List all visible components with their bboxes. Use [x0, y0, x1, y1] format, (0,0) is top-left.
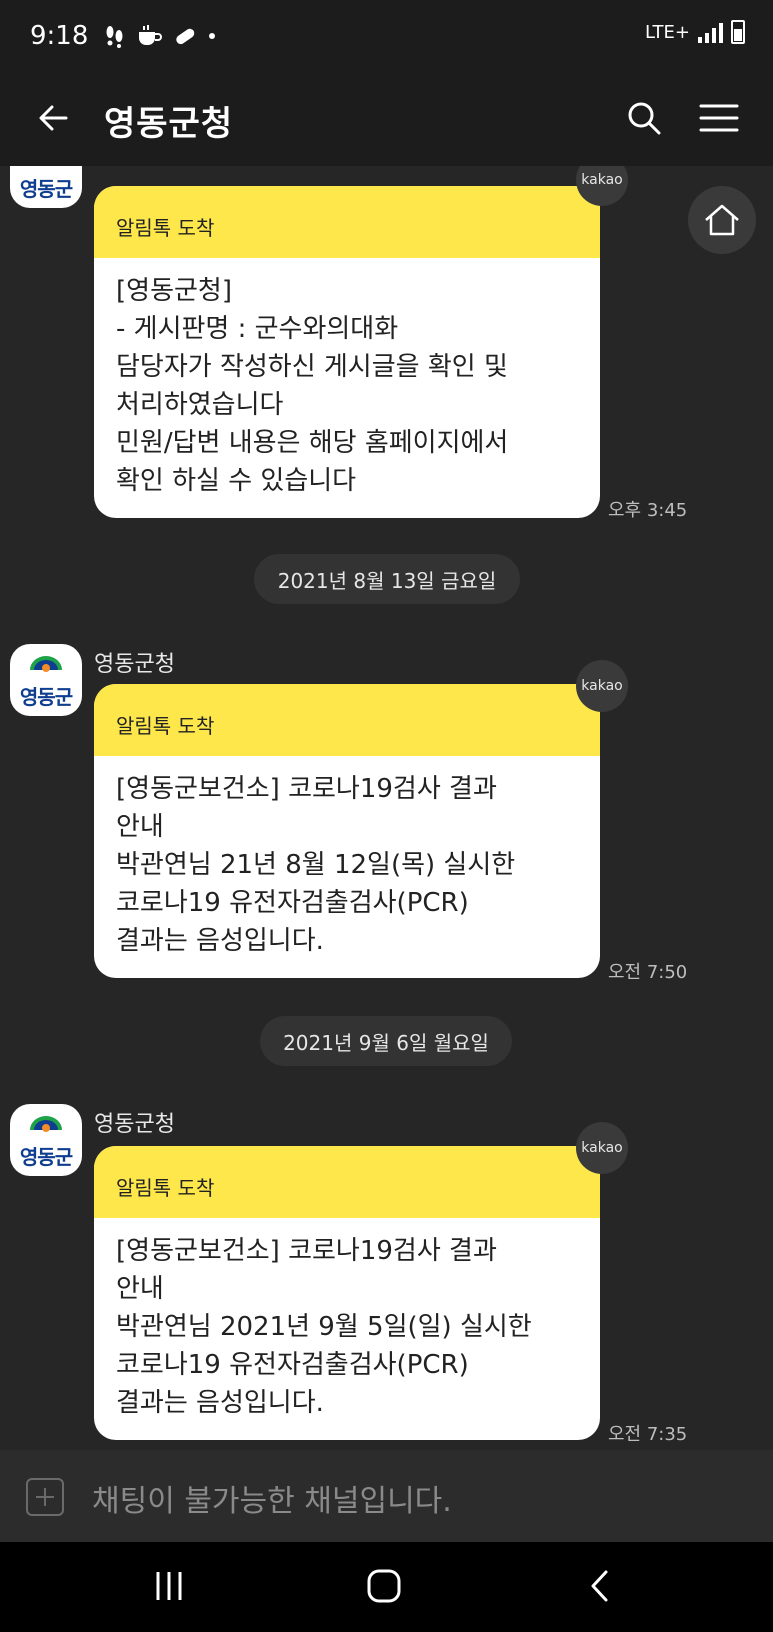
notification-icons: [102, 23, 218, 49]
message-bubble[interactable]: 알림톡 도착 [영동군보건소] 코로나19검사 결과 안내 박관연님 2021년…: [94, 1146, 600, 1440]
disabled-input-text: 채팅이 불가능한 채널입니다.: [92, 1484, 452, 1519]
date-divider: 2021년 8월 13일 금요일: [254, 554, 520, 604]
home-icon: [705, 204, 739, 236]
search-icon[interactable]: [624, 98, 664, 138]
bubble-body: [영동군청] - 게시판명 : 군수와의대화 담당자가 작성하신 게시글을 확인…: [116, 276, 509, 496]
bubble-header: 알림톡 도착: [94, 684, 600, 756]
battery-icon: [731, 20, 745, 44]
kakao-badge: kakao: [576, 660, 628, 712]
logo-text: 영동군: [19, 1145, 73, 1169]
message-time: 오후 3:45: [608, 500, 688, 521]
avatar[interactable]: 영동군: [10, 1104, 82, 1176]
chat-list[interactable]: 영동군 알림톡 도착 [영동군청] - 게시판명 : 군수와의대화 담당자가 작…: [0, 166, 773, 1450]
app-header: 영동군청: [0, 72, 773, 166]
plus-icon[interactable]: [26, 1478, 64, 1516]
date-divider: 2021년 9월 6일 월요일: [260, 1016, 512, 1066]
network-label: LTE+: [645, 21, 690, 43]
pill-icon: [176, 28, 195, 45]
back-nav-icon[interactable]: [588, 1568, 612, 1604]
county-logo-icon: [30, 1116, 62, 1132]
status-bar: 9:18 LTE+: [0, 0, 773, 72]
sender-name: 영동군청: [94, 652, 175, 677]
recent-apps-icon[interactable]: [150, 1570, 188, 1602]
back-arrow-icon[interactable]: [34, 98, 74, 138]
system-nav-bar: [0, 1542, 773, 1632]
message-bubble[interactable]: 알림톡 도착 [영동군보건소] 코로나19검사 결과 안내 박관연님 21년 8…: [94, 684, 600, 978]
channel-title: 영동군청: [104, 104, 234, 144]
bubble-body: [영동군보건소] 코로나19검사 결과 안내 박관연님 21년 8월 12일(목…: [116, 774, 516, 956]
bubble-body: [영동군보건소] 코로나19검사 결과 안내 박관연님 2021년 9월 5일(…: [116, 1236, 532, 1418]
bubble-header: 알림톡 도착: [94, 1146, 600, 1218]
home-button[interactable]: [688, 186, 756, 254]
county-logo-icon: [26, 166, 66, 172]
message-time: 오전 7:35: [608, 1424, 688, 1445]
logo-text: 영동군: [19, 177, 73, 201]
coffee-cup-icon: [139, 25, 163, 45]
bubble-header: 알림톡 도착: [94, 186, 600, 258]
status-time: 9:18: [30, 21, 89, 51]
sender-name: 영동군청: [94, 1112, 175, 1137]
avatar[interactable]: 영동군: [10, 166, 82, 208]
kakao-badge: kakao: [576, 1122, 628, 1174]
dot-icon: [209, 33, 216, 39]
hamburger-icon[interactable]: [698, 98, 740, 138]
message-bubble[interactable]: 알림톡 도착 [영동군청] - 게시판명 : 군수와의대화 담당자가 작성하신 …: [94, 186, 600, 518]
message-time: 오전 7:50: [608, 962, 688, 983]
status-right: LTE+: [645, 20, 745, 44]
signal-icon: [698, 21, 723, 43]
home-nav-icon[interactable]: [366, 1568, 402, 1604]
footprints-icon: [106, 26, 123, 48]
county-logo-icon: [30, 656, 62, 672]
input-bar: 채팅이 불가능한 채널입니다.: [0, 1450, 773, 1542]
logo-text: 영동군: [19, 685, 73, 709]
avatar[interactable]: 영동군: [10, 644, 82, 716]
